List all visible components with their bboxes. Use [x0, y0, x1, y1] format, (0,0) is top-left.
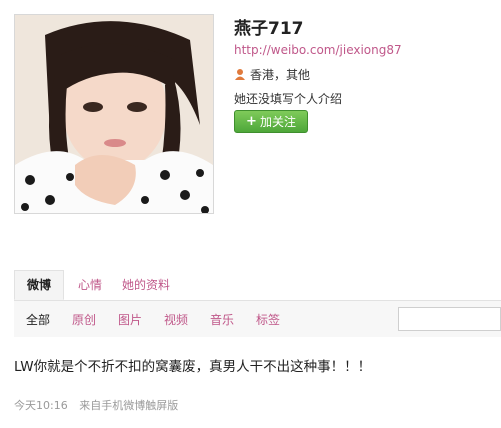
filter-videos[interactable]: 视频	[164, 311, 188, 328]
plus-icon: +	[246, 114, 257, 129]
filter-tags[interactable]: 标签	[256, 311, 280, 328]
post-source-link[interactable]: 来自手机微博触屏版	[79, 399, 178, 412]
profile-name: 燕子717	[234, 19, 304, 39]
tab-her-profile[interactable]: 她的资料	[122, 270, 170, 300]
person-location-icon	[234, 68, 246, 81]
tab-mood[interactable]: 心情	[78, 270, 102, 300]
profile-intro: 她还没填写个人介绍	[234, 92, 343, 106]
profile-avatar[interactable]	[14, 14, 214, 214]
profile-location: 香港，其他	[234, 66, 310, 83]
profile-location-text: 香港，其他	[250, 68, 311, 82]
tab-weibo[interactable]: 微博	[14, 270, 65, 300]
filter-all[interactable]: 全部	[26, 311, 50, 328]
filter-music[interactable]: 音乐	[210, 311, 234, 328]
profile-url-link[interactable]: http://weibo.com/jiexiong87	[234, 43, 402, 57]
profile-tabs: 微博 心情 她的资料	[14, 270, 501, 301]
filter-pictures[interactable]: 图片	[118, 311, 142, 328]
follow-button-label: 加关注	[259, 115, 296, 129]
follow-button[interactable]: + 加关注	[234, 110, 308, 133]
post-time-link[interactable]: 今天10:16	[14, 399, 68, 412]
filter-original[interactable]: 原创	[72, 311, 96, 328]
post-text: LW你就是个不折不扣的窝囊废，真男人干不出这种事！！！	[14, 359, 372, 375]
avatar-photo	[15, 15, 213, 213]
feed-search-input[interactable]	[398, 307, 501, 331]
post-meta: 今天10:16 来自手机微博触屏版	[14, 397, 178, 413]
